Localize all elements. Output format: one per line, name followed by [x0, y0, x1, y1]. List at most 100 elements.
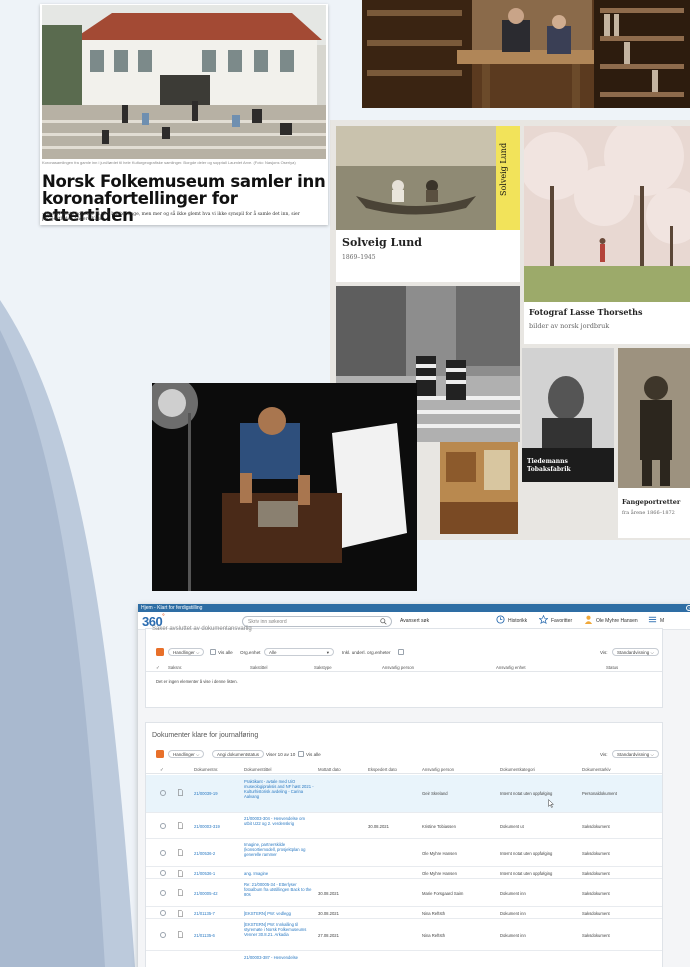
document-number[interactable]: 21/00003-319 — [194, 824, 220, 829]
photographer-studio-photo — [152, 383, 417, 591]
actions-dropdown[interactable]: Handlinger ⌵ — [168, 750, 205, 758]
breadcrumb[interactable]: Hjem - Klart for ferdigstilling — [141, 605, 202, 611]
received-date: 27.08.2021 — [318, 933, 339, 938]
panel-title: Saker avsluttet av dokumentansvarlig — [152, 626, 252, 632]
mouse-cursor-icon — [548, 799, 554, 808]
set-status-button[interactable]: Angi dokumentstatus — [212, 750, 265, 758]
view-select[interactable]: Standardvisning ⌵ — [612, 750, 659, 758]
document-icon — [178, 931, 183, 938]
col-document-title[interactable]: Dokumenttittel — [244, 767, 271, 772]
col-case-title[interactable]: Sakstittel — [250, 665, 267, 670]
responsible-person: Nina Reftsth — [422, 911, 446, 916]
actions-dropdown[interactable]: Handlinger ⌵ — [168, 648, 205, 656]
view-select[interactable]: Standardvisning ⌵ — [612, 648, 659, 656]
user-icon[interactable] — [584, 615, 593, 624]
document-number[interactable]: 21/01135-6 — [194, 933, 215, 938]
collage-tile-solveig-lund: Solveig Lund Solveig Lund 1869–1945 — [336, 126, 520, 282]
select-all-check[interactable]: ✓ — [156, 665, 160, 671]
include-sub-checkbox[interactable] — [398, 649, 404, 655]
rss-icon[interactable] — [156, 750, 164, 758]
document-number[interactable]: 21/00536-1 — [194, 871, 215, 876]
table-row[interactable]: 21/00003-319 21/00003-304 - Henvendelse … — [146, 813, 662, 839]
col-document-number[interactable]: Dokumentnr. — [194, 767, 218, 772]
table-row[interactable]: 21/00536-2 Imagine, partnerskilde (konso… — [146, 839, 662, 867]
search-icon[interactable] — [380, 618, 387, 625]
menu-label[interactable]: M — [660, 618, 664, 624]
responsible-person: Ole Myhre Hansen — [422, 871, 457, 876]
photo-caption: Koronasamlingen fra gamle inn i juni/lør… — [42, 160, 296, 165]
col-case-type[interactable]: Sakstype — [314, 665, 332, 670]
document-title[interactable]: [EKSTERN] PW: vedlegg — [244, 911, 291, 916]
show-all-checkbox[interactable] — [298, 751, 304, 757]
col-status[interactable]: Status — [606, 665, 618, 670]
document-category: Internt notat uten oppfølging — [500, 871, 553, 876]
row-radio[interactable] — [160, 850, 166, 856]
view-label: Vis: — [600, 752, 608, 757]
favorites-link[interactable]: Favoritter — [551, 618, 572, 624]
col-responsible-unit[interactable]: Ansvarlig enhet — [496, 665, 526, 670]
collage-tile-fangeportretter: Fangeportretter fra årene 1866–1872 — [618, 348, 690, 538]
org-unit-select[interactable]: Alle ▾ — [264, 648, 334, 656]
col-sent-date[interactable]: Ekspedert dato — [368, 767, 397, 772]
search-input[interactable]: Skriv inn søkeord — [242, 616, 392, 627]
row-radio[interactable] — [160, 890, 166, 896]
document-title[interactable]: ang. Imagine — [244, 871, 268, 876]
document-title[interactable]: Imagine, partnerskilde (konsortiemodell,… — [244, 842, 314, 857]
table-row[interactable]: 21/00039-19 Praktikant - avtale med UiO … — [146, 775, 662, 813]
include-sub-label: Inkl. underl. org.enheter — [342, 650, 391, 655]
history-link[interactable]: Historikk — [508, 618, 527, 624]
col-responsible-person[interactable]: Ansvarlig person — [422, 767, 454, 772]
table-row[interactable]: 21/00005-42 Re: 21/00005-34 - Etterlyser… — [146, 879, 662, 907]
document-number[interactable]: 21/00005-42 — [194, 891, 218, 896]
document-number[interactable]: 21/00536-2 — [194, 851, 215, 856]
count-label: Viser 10 av 10 — [266, 752, 296, 757]
document-archive: Saksdokument — [582, 871, 610, 876]
document-category: Dokument inn — [500, 891, 526, 896]
responsible-person: Geir Skreland — [422, 791, 448, 796]
received-date: 30.08.2021 — [318, 911, 339, 916]
user-name[interactable]: Ole Myhre Hansen — [596, 618, 638, 624]
document-title[interactable]: 21/00003-304 - Henvendelse om utbit U22 … — [244, 816, 314, 826]
document-archive: Saksdokument — [582, 911, 610, 916]
col-case-number[interactable]: Saksnr. — [168, 665, 182, 670]
table-row[interactable]: 21/00536-1 ang. Imagine Ole Myhre Hansen… — [146, 867, 662, 879]
document-category: Dokument ut — [500, 824, 524, 829]
document-number[interactable]: 21/00039-19 — [194, 791, 218, 796]
col-received-date[interactable]: Mottatt dato — [318, 767, 341, 772]
advanced-search-link[interactable]: Avansert søk — [400, 618, 429, 624]
document-title[interactable]: Praktikant - avtale med UiO museologipra… — [244, 779, 314, 799]
tile-title: Solveig Lund — [342, 236, 422, 249]
table-row[interactable]: 21/01135-6 [EKSTERN] PW: Innkalling til … — [146, 919, 662, 951]
row-radio[interactable] — [160, 790, 166, 796]
panel-title: Dokumenter klare for journalføring — [152, 732, 259, 739]
blossom-trees-photo — [524, 126, 690, 302]
document-icon — [178, 889, 183, 896]
col-document-category[interactable]: Dokumentkategori — [500, 767, 535, 772]
history-icon[interactable] — [496, 615, 505, 624]
document-number[interactable]: 21/01135-7 — [194, 911, 215, 916]
document-title[interactable]: Re: 21/00005-34 - Etterlyser fotoalbum f… — [244, 882, 314, 897]
table-row[interactable]: 21/01135-7 [EKSTERN] PW: vedlegg 30.08.2… — [146, 907, 662, 919]
logo-mark: ° — [162, 614, 165, 620]
show-all-checkbox[interactable] — [210, 649, 216, 655]
rss-icon[interactable] — [156, 648, 164, 656]
tile-subtitle: fra årene 1866–1872 — [622, 510, 675, 516]
document-category: Internt notat uten oppfølging — [500, 851, 553, 856]
row-radio[interactable] — [160, 932, 166, 938]
tile-subtitle: 1869–1945 — [342, 254, 376, 261]
museum-courtyard-photo — [42, 5, 326, 159]
row-radio[interactable] — [160, 910, 166, 916]
col-responsible-person[interactable]: Ansvarlig person — [382, 665, 414, 670]
responsible-person: Marie Forsgaard Saim — [422, 891, 464, 896]
select-all-check[interactable]: ✓ — [160, 767, 164, 773]
col-document-archive[interactable]: Dokumentarkiv — [582, 767, 611, 772]
menu-icon[interactable] — [648, 615, 657, 624]
document-title[interactable]: [EKSTERN] PW: Innkalling til styremøte i… — [244, 922, 314, 937]
star-icon[interactable] — [539, 615, 548, 624]
document-title[interactable]: 21/00003-387 - Henvendelse — [244, 955, 298, 960]
responsible-person: Kristine Tobiassen — [422, 824, 456, 829]
table-row[interactable]: 21/00003-387 - Henvendelse — [146, 951, 662, 967]
help-icon[interactable]: ? — [686, 605, 690, 611]
row-radio[interactable] — [160, 823, 166, 829]
row-radio[interactable] — [160, 870, 166, 876]
